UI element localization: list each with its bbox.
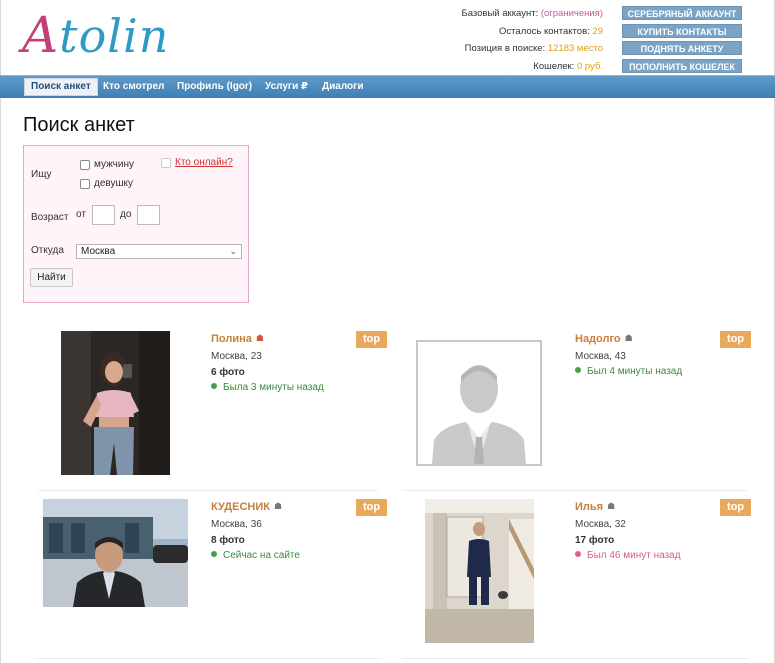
profile-card[interactable]: КУДЕСНИК ☗ top Москва, 36 8 фото Сейчас н…: [25, 498, 387, 663]
goblet-icon: ☗: [273, 501, 283, 511]
status-dot-icon: [575, 551, 581, 557]
status-dot-icon: [575, 367, 581, 373]
city-label: Откуда: [31, 245, 64, 256]
seek-woman-label[interactable]: девушку: [94, 178, 133, 189]
profile-photo-count[interactable]: 6 фото: [211, 367, 245, 378]
main-nav: Поиск анкет Кто смотрел Профиль (Igor) У…: [0, 75, 775, 98]
profile-card[interactable]: Полина ☗ top Москва, 23 6 фото Была 3 мин…: [25, 330, 387, 495]
seek-woman-checkbox[interactable]: [80, 179, 90, 189]
profile-city-age: Москва, 43: [575, 351, 626, 362]
base-account-limits-link[interactable]: (ограничения): [541, 8, 603, 19]
nav-dialogs[interactable]: Диалоги: [316, 78, 369, 96]
age-label: Возраст: [31, 212, 69, 223]
profile-name-link[interactable]: Илья ☗: [575, 501, 615, 513]
silver-account-button[interactable]: СЕРЕБРЯНЫЙ АККАУНТ: [622, 6, 742, 20]
account-row-contacts: Осталось контактов: 29 КУПИТЬ КОНТАКТЫ: [355, 23, 775, 41]
contacts-label: Осталось контактов:: [499, 25, 593, 37]
goblet-icon: ☗: [624, 333, 633, 343]
logo-rest: tolin: [59, 9, 170, 63]
nav-search[interactable]: Поиск анкет: [24, 78, 98, 96]
chevron-down-icon: ⌄: [229, 246, 237, 256]
profile-card[interactable]: Надолго ☗ top Москва, 43 Был 4 минуты наз…: [390, 330, 751, 495]
nav-profile[interactable]: Профиль (Igor): [171, 78, 258, 96]
seek-man-checkbox[interactable]: [80, 160, 90, 170]
age-from-label: от: [76, 209, 86, 220]
card-separator: [402, 658, 747, 659]
age-to-label: до: [120, 209, 132, 220]
city-select[interactable]: Москва ⌄: [76, 244, 242, 259]
profile-photo-count[interactable]: 8 фото: [211, 535, 245, 546]
default-avatar-icon[interactable]: [416, 340, 542, 466]
profile-status: Сейчас на сайте: [211, 550, 300, 561]
account-row-position: Позиция в поиске: 12183 место ПОДНЯТЬ АН…: [355, 40, 775, 58]
seek-man-label[interactable]: мужчину: [94, 159, 134, 170]
goblet-icon: ☗: [607, 501, 616, 511]
online-checkbox[interactable]: [161, 158, 171, 168]
profile-status: Был 4 минуты назад: [575, 366, 682, 377]
profile-photo-count[interactable]: 17 фото: [575, 535, 614, 546]
status-dot-icon: [211, 383, 217, 389]
header: Atolin Базовый аккаунт: (ограничения) СЕ…: [0, 0, 775, 75]
account-row-base: Базовый аккаунт: (ограничения) СЕРЕБРЯНЫ…: [355, 5, 775, 23]
gift-icon: ☗: [255, 333, 264, 343]
profile-photo[interactable]: [61, 331, 170, 475]
top-badge[interactable]: top: [356, 499, 387, 516]
age-to-input[interactable]: [137, 205, 160, 225]
profile-city-age: Москва, 36: [211, 519, 262, 530]
nav-who-viewed[interactable]: Кто смотрел: [97, 78, 170, 96]
seek-label: Ищу: [31, 169, 52, 180]
site-logo[interactable]: Atolin: [22, 6, 169, 64]
search-form: Ищу мужчину девушку Кто онлайн? Возраст …: [23, 145, 249, 303]
base-account-label: Базовый аккаунт:: [461, 8, 541, 19]
top-badge[interactable]: top: [720, 331, 751, 348]
account-row-wallet: Кошелек: 0 руб. ПОПОЛНИТЬ КОШЕЛЕК: [355, 58, 775, 76]
search-position-label: Позиция в поиске:: [464, 43, 548, 54]
who-online-link[interactable]: Кто онлайн?: [175, 157, 233, 168]
status-dot-icon: [211, 551, 217, 557]
top-badge[interactable]: top: [720, 499, 751, 516]
find-button[interactable]: Найти: [30, 268, 73, 287]
age-from-input[interactable]: [92, 205, 115, 225]
profile-name-link[interactable]: Полина ☗: [211, 333, 264, 345]
profile-photo[interactable]: [43, 499, 188, 607]
raise-profile-button[interactable]: ПОДНЯТЬ АНКЕТУ: [622, 41, 742, 55]
top-up-wallet-button[interactable]: ПОПОЛНИТЬ КОШЕЛЕК: [622, 58, 742, 73]
profile-card[interactable]: Илья ☗ top Москва, 32 17 фото Был 46 мину…: [390, 498, 751, 663]
card-separator: [38, 658, 378, 659]
account-panel: Базовый аккаунт: (ограничения) СЕРЕБРЯНЫ…: [355, 5, 775, 75]
profile-status: Был 46 минут назад: [575, 550, 681, 561]
wallet-value: 0 руб.: [576, 60, 603, 72]
profile-name-link[interactable]: КУДЕСНИК ☗: [211, 501, 282, 513]
wallet-label: Кошелек:: [533, 60, 577, 72]
search-position-value: 12183 место: [547, 43, 603, 54]
profile-city-age: Москва, 23: [211, 351, 262, 362]
profile-name-link[interactable]: Надолго ☗: [575, 333, 633, 345]
page-title: Поиск анкет: [23, 114, 135, 136]
profile-city-age: Москва, 32: [575, 519, 626, 530]
card-separator: [402, 490, 747, 491]
city-select-value: Москва: [81, 246, 116, 257]
contacts-value: 29: [592, 25, 603, 37]
profile-photo[interactable]: [425, 499, 534, 643]
profile-status: Была 3 минуты назад: [211, 382, 324, 393]
logo-first-letter: A: [22, 6, 60, 64]
card-separator: [38, 490, 378, 491]
buy-contacts-button[interactable]: КУПИТЬ КОНТАКТЫ: [622, 23, 742, 38]
top-badge[interactable]: top: [356, 331, 387, 348]
nav-services[interactable]: Услуги ₽: [259, 78, 314, 96]
